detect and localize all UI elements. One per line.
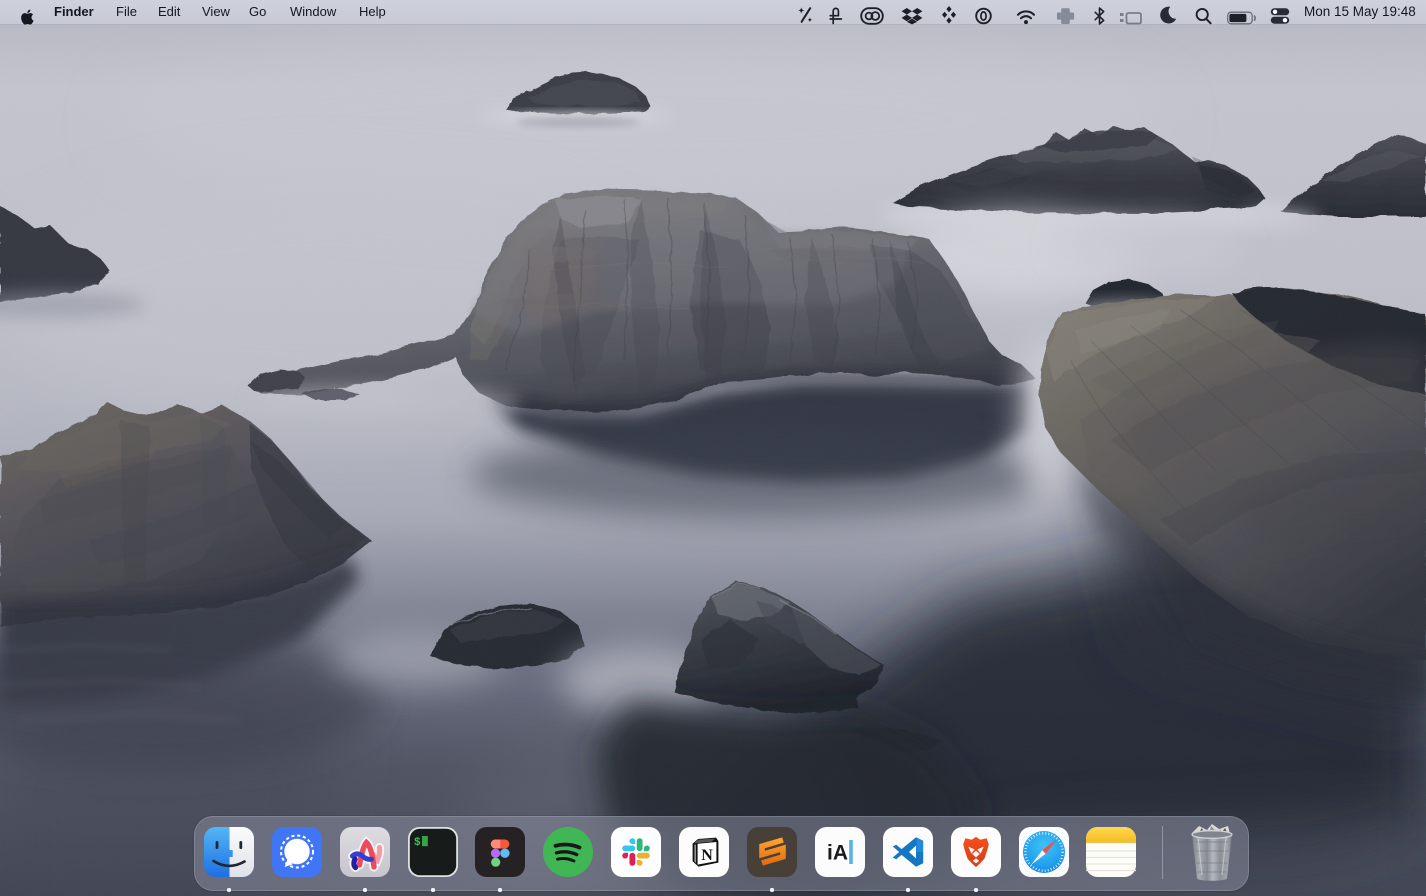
svg-text:iA: iA — [827, 842, 848, 865]
svg-text:N: N — [701, 847, 713, 864]
svg-text:$: $ — [414, 837, 421, 849]
